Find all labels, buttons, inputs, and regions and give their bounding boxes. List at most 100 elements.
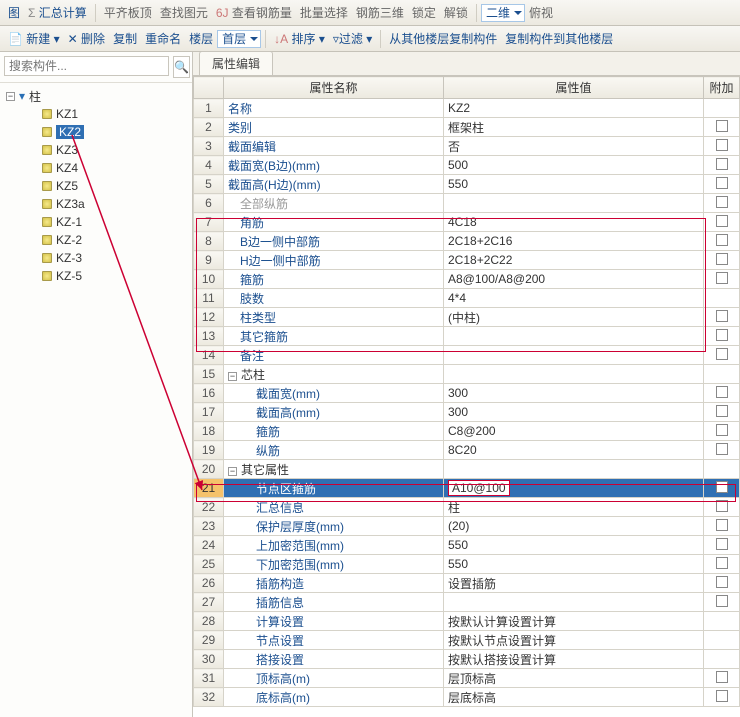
prop-name[interactable]: 上加密范围(mm): [224, 536, 444, 555]
prop-value[interactable]: 2C18+2C16: [444, 232, 704, 251]
prop-extra[interactable]: [704, 422, 740, 441]
table-row[interactable]: 1名称KZ2: [194, 99, 740, 118]
copy-button[interactable]: 复制: [109, 30, 141, 47]
table-row[interactable]: 8B边一侧中部筋2C18+2C16: [194, 232, 740, 251]
lock[interactable]: 锁定: [408, 4, 440, 21]
filter-button[interactable]: ▿过滤 ▾: [329, 30, 376, 47]
table-row[interactable]: 23保护层厚度(mm)(20): [194, 517, 740, 536]
prop-value[interactable]: 550: [444, 175, 704, 194]
prop-value[interactable]: 300: [444, 384, 704, 403]
table-row[interactable]: 19纵筋8C20: [194, 441, 740, 460]
sum-calc[interactable]: Σ 汇总计算: [24, 4, 91, 21]
prop-extra[interactable]: [704, 270, 740, 289]
checkbox[interactable]: [716, 424, 728, 436]
checkbox[interactable]: [716, 272, 728, 284]
prop-value[interactable]: 按默认计算设置计算: [444, 612, 704, 631]
prop-extra[interactable]: [704, 194, 740, 213]
prop-value[interactable]: 4C18: [444, 213, 704, 232]
checkbox[interactable]: [716, 443, 728, 455]
prop-extra[interactable]: [704, 574, 740, 593]
table-row[interactable]: 31顶标高(m)层顶标高: [194, 669, 740, 688]
prop-name[interactable]: 角筋: [224, 213, 444, 232]
view-rebar[interactable]: 6J 查看钢筋量: [212, 4, 296, 21]
group-toggle-icon[interactable]: −: [228, 467, 237, 476]
prop-name[interactable]: 其它箍筋: [224, 327, 444, 346]
prop-extra[interactable]: [704, 441, 740, 460]
prop-name[interactable]: 搭接设置: [224, 650, 444, 669]
prop-value[interactable]: 4*4: [444, 289, 704, 308]
tree-item[interactable]: KZ5: [2, 177, 190, 195]
prop-name[interactable]: 备注: [224, 346, 444, 365]
prop-name[interactable]: 插筋信息: [224, 593, 444, 612]
checkbox[interactable]: [716, 310, 728, 322]
prop-value[interactable]: C8@200: [444, 422, 704, 441]
prop-extra[interactable]: [704, 669, 740, 688]
checkbox[interactable]: [716, 215, 728, 227]
prop-value[interactable]: [444, 346, 704, 365]
prop-name[interactable]: 截面高(H边)(mm): [224, 175, 444, 194]
search-button[interactable]: 🔍: [173, 56, 190, 78]
prop-extra[interactable]: [704, 479, 740, 498]
prop-extra[interactable]: [704, 536, 740, 555]
col-name[interactable]: 属性名称: [224, 77, 444, 99]
prop-extra[interactable]: [704, 365, 740, 384]
prop-value[interactable]: 设置插筋: [444, 574, 704, 593]
prop-name[interactable]: 截面编辑: [224, 137, 444, 156]
prop-value[interactable]: (20): [444, 517, 704, 536]
table-row[interactable]: 11肢数4*4: [194, 289, 740, 308]
property-grid[interactable]: 属性名称 属性值 附加 1名称KZ22类别框架柱3截面编辑否4截面宽(B边)(m…: [193, 76, 740, 717]
prop-extra[interactable]: [704, 688, 740, 707]
prop-name[interactable]: 全部纵筋: [224, 194, 444, 213]
prop-name[interactable]: 箍筋: [224, 270, 444, 289]
prop-value[interactable]: [444, 460, 704, 479]
prop-name[interactable]: 插筋构造: [224, 574, 444, 593]
group-toggle-icon[interactable]: −: [228, 372, 237, 381]
checkbox[interactable]: [716, 158, 728, 170]
checkbox[interactable]: [716, 405, 728, 417]
checkbox[interactable]: [716, 120, 728, 132]
table-row[interactable]: 12柱类型(中柱): [194, 308, 740, 327]
prop-name[interactable]: 顶标高(m): [224, 669, 444, 688]
table-row[interactable]: 21节点区箍筋A10@100: [194, 479, 740, 498]
table-row[interactable]: 17截面高(mm)300: [194, 403, 740, 422]
checkbox[interactable]: [716, 690, 728, 702]
prop-extra[interactable]: [704, 232, 740, 251]
prop-value[interactable]: KZ2: [444, 99, 704, 118]
prop-extra[interactable]: [704, 308, 740, 327]
table-row[interactable]: 4截面宽(B边)(mm)500: [194, 156, 740, 175]
prop-extra[interactable]: [704, 403, 740, 422]
prop-extra[interactable]: [704, 118, 740, 137]
prop-name[interactable]: 类别: [224, 118, 444, 137]
tree-item[interactable]: KZ-1: [2, 213, 190, 231]
table-row[interactable]: 20−其它属性: [194, 460, 740, 479]
prop-name[interactable]: −芯柱: [224, 365, 444, 384]
prop-name[interactable]: B边一侧中部筋: [224, 232, 444, 251]
table-row[interactable]: 14备注: [194, 346, 740, 365]
prop-name[interactable]: 节点区箍筋: [224, 479, 444, 498]
prop-extra[interactable]: [704, 631, 740, 650]
table-row[interactable]: 27插筋信息: [194, 593, 740, 612]
prop-value[interactable]: 按默认搭接设置计算: [444, 650, 704, 669]
table-row[interactable]: 32底标高(m)层底标高: [194, 688, 740, 707]
checkbox[interactable]: [716, 671, 728, 683]
checkbox[interactable]: [716, 386, 728, 398]
prop-value[interactable]: A10@100: [444, 479, 704, 498]
prop-value[interactable]: [444, 593, 704, 612]
prop-name[interactable]: 截面宽(mm): [224, 384, 444, 403]
checkbox[interactable]: [716, 253, 728, 265]
prop-value[interactable]: (中柱): [444, 308, 704, 327]
prop-extra[interactable]: [704, 612, 740, 631]
checkbox[interactable]: [716, 576, 728, 588]
table-row[interactable]: 18箍筋C8@200: [194, 422, 740, 441]
tree-root[interactable]: 柱: [29, 88, 41, 105]
prop-extra[interactable]: [704, 213, 740, 232]
component-tree[interactable]: −▾柱 KZ1KZ2KZ3KZ4KZ5KZ3aKZ-1KZ-2KZ-3KZ-5: [0, 83, 192, 717]
prop-name[interactable]: 保护层厚度(mm): [224, 517, 444, 536]
prop-name[interactable]: 名称: [224, 99, 444, 118]
table-row[interactable]: 16截面宽(mm)300: [194, 384, 740, 403]
prop-value[interactable]: 500: [444, 156, 704, 175]
prop-value[interactable]: 300: [444, 403, 704, 422]
copy-from-floor[interactable]: 从其他楼层复制构件: [385, 30, 501, 47]
checkbox[interactable]: [716, 500, 728, 512]
table-row[interactable]: 7角筋4C18: [194, 213, 740, 232]
